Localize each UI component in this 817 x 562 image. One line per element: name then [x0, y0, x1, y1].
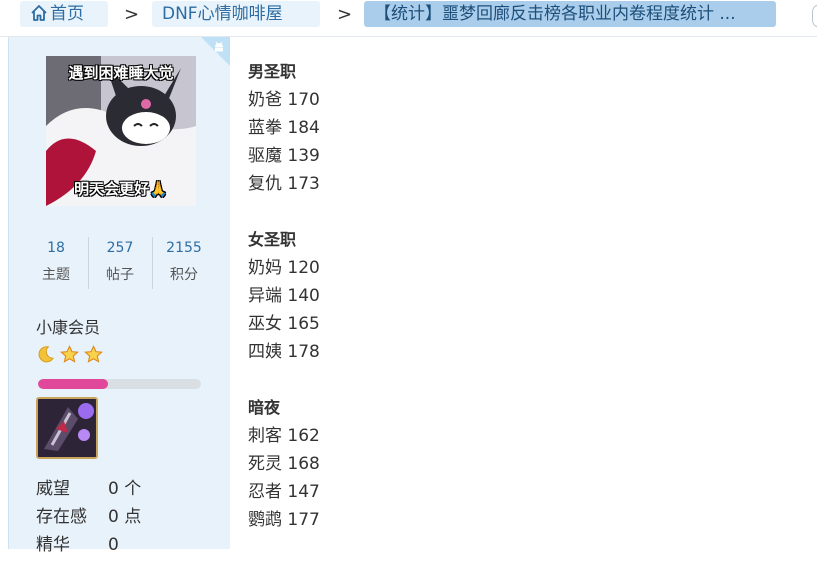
moon-icon [36, 345, 55, 368]
stat-posts-value: 257 [106, 240, 134, 256]
section-line: 异端 140 [248, 286, 320, 306]
info-value: 0 点 [108, 507, 142, 527]
info-row-essence: 精华 0 [36, 531, 141, 559]
info-value: 0 [108, 535, 119, 555]
section-title: 暗夜 [248, 398, 281, 417]
author-profile: 遇到困难睡大觉 明天会更好🙏 18 主题 257 帖子 2155 积分 小康会员 [8, 37, 230, 555]
stat-posts-label: 帖子 [106, 267, 134, 283]
section-line: 巫女 165 [248, 314, 320, 334]
breadcrumb-forum[interactable]: DNF心情咖啡屋 [152, 1, 320, 27]
info-value: 0 个 [108, 479, 142, 499]
star-icon [60, 345, 80, 368]
breadcrumb-separator: > [337, 4, 353, 25]
stat-threads-label: 主题 [42, 267, 70, 283]
stat-posts[interactable]: 257 帖子 [89, 235, 151, 291]
post-section: 男圣职 奶爸 170 蓝拳 184 驱魔 139 复仇 173 [248, 58, 320, 198]
info-key: 威望 [36, 479, 70, 499]
section-title: 男圣职 [248, 62, 297, 81]
section-line: 鹦鹉 177 [248, 510, 320, 530]
stat-threads-value: 18 [47, 240, 65, 256]
author-stats: 18 主题 257 帖子 2155 积分 [25, 235, 211, 291]
breadcrumb-home[interactable]: 首页 [20, 1, 108, 27]
section-line: 蓝拳 184 [248, 118, 320, 138]
section-line: 奶爸 170 [248, 90, 320, 110]
avatar-caption-bottom: 明天会更好🙏 [74, 180, 168, 198]
section-line: 四姨 178 [248, 342, 320, 362]
breadcrumb-more-button[interactable] [812, 4, 817, 28]
breadcrumb-current-thread[interactable]: 【统计】噩梦回廊反击榜各职业内卷程度统计 ... [364, 1, 776, 27]
section-line: 刺客 162 [248, 426, 320, 446]
section-line: 奶妈 120 [248, 258, 320, 278]
medal-icon [38, 399, 96, 457]
post-content: 男圣职 奶爸 170 蓝拳 184 驱魔 139 复仇 173 女圣职 奶妈 1… [248, 58, 320, 562]
info-row-prestige: 威望 0 个 [36, 475, 141, 503]
info-row-presence: 存在感 0 点 [36, 503, 141, 531]
breadcrumb-separator: > [124, 4, 140, 25]
info-key: 精华 [36, 535, 70, 555]
section-line: 复仇 173 [248, 174, 320, 194]
level-progress-fill [38, 379, 109, 389]
avatar[interactable]: 遇到困难睡大觉 明天会更好🙏 [46, 56, 196, 206]
avatar-caption-top: 遇到困难睡大觉 [68, 64, 174, 82]
member-rank[interactable]: 小康会员 [36, 314, 100, 338]
member-level-icons [36, 345, 104, 368]
stat-points-value: 2155 [166, 240, 202, 256]
android-icon [212, 38, 226, 57]
breadcrumb-home-label: 首页 [50, 4, 84, 24]
author-info-list: 威望 0 个 存在感 0 点 精华 0 [36, 475, 141, 559]
section-line: 忍者 147 [248, 482, 320, 502]
stat-points[interactable]: 2155 积分 [153, 235, 215, 291]
stat-points-label: 积分 [170, 267, 198, 283]
level-progress-bar [38, 379, 201, 389]
home-icon [30, 4, 48, 27]
section-line: 驱魔 139 [248, 146, 320, 166]
post-section: 暗夜 刺客 162 死灵 168 忍者 147 鹦鹉 177 [248, 394, 320, 534]
info-key: 存在感 [36, 507, 87, 527]
medal-badge[interactable] [36, 397, 98, 459]
post-section: 女圣职 奶妈 120 异端 140 巫女 165 四姨 178 [248, 226, 320, 366]
stat-threads[interactable]: 18 主题 [25, 235, 87, 291]
breadcrumb: 首页 > DNF心情咖啡屋 > 【统计】噩梦回廊反击榜各职业内卷程度统计 ... [0, 0, 817, 37]
star-icon [84, 345, 104, 368]
section-title: 女圣职 [248, 230, 297, 249]
section-line: 死灵 168 [248, 454, 320, 474]
